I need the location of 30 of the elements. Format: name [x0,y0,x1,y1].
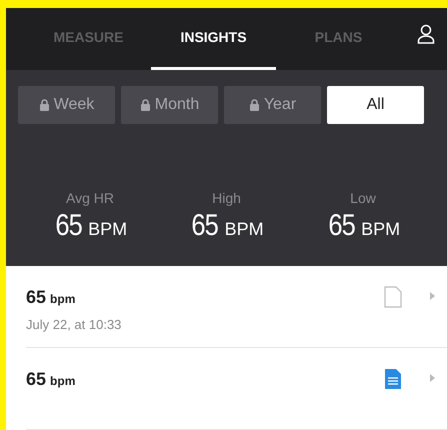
reading-row[interactable]: 65 bpm [26,348,447,430]
lock-icon [38,99,50,111]
stat-label: Low [350,189,376,208]
stat-unit: BPM [361,218,400,241]
chevron-right-icon [430,374,435,382]
period-tab[interactable]: All [327,86,424,124]
nav-tab[interactable]: MEASURE [26,8,151,70]
nav-tab[interactable]: PLANS [276,8,401,70]
stat-value: 65 [328,209,355,243]
stat-label: High [212,189,241,208]
chevron-right-icon [430,292,435,300]
period-tab[interactable]: Month [121,86,218,124]
reading-value: 65 [26,368,46,391]
document-icon [384,286,402,308]
stat-value: 65 [55,209,82,243]
lock-icon [140,99,151,111]
period-tab[interactable]: Week [18,86,115,124]
reading-time: July 22, at 10:33 [26,316,122,334]
stat-unit: BPM [88,218,128,241]
stat-unit: BPM [224,218,264,241]
reading-unit: bpm [50,291,76,308]
reading-row[interactable]: 65 bpm July 22, at 10:33 [26,266,447,348]
reading-unit: bpm [50,373,76,390]
profile-icon[interactable] [417,24,435,44]
stat-label: Avg HR [66,189,114,208]
lock-icon [248,99,260,111]
reading-value: 65 [26,286,46,309]
period-tab[interactable]: Year [224,86,321,124]
document-icon [384,368,402,390]
stat-value: 65 [192,209,218,243]
